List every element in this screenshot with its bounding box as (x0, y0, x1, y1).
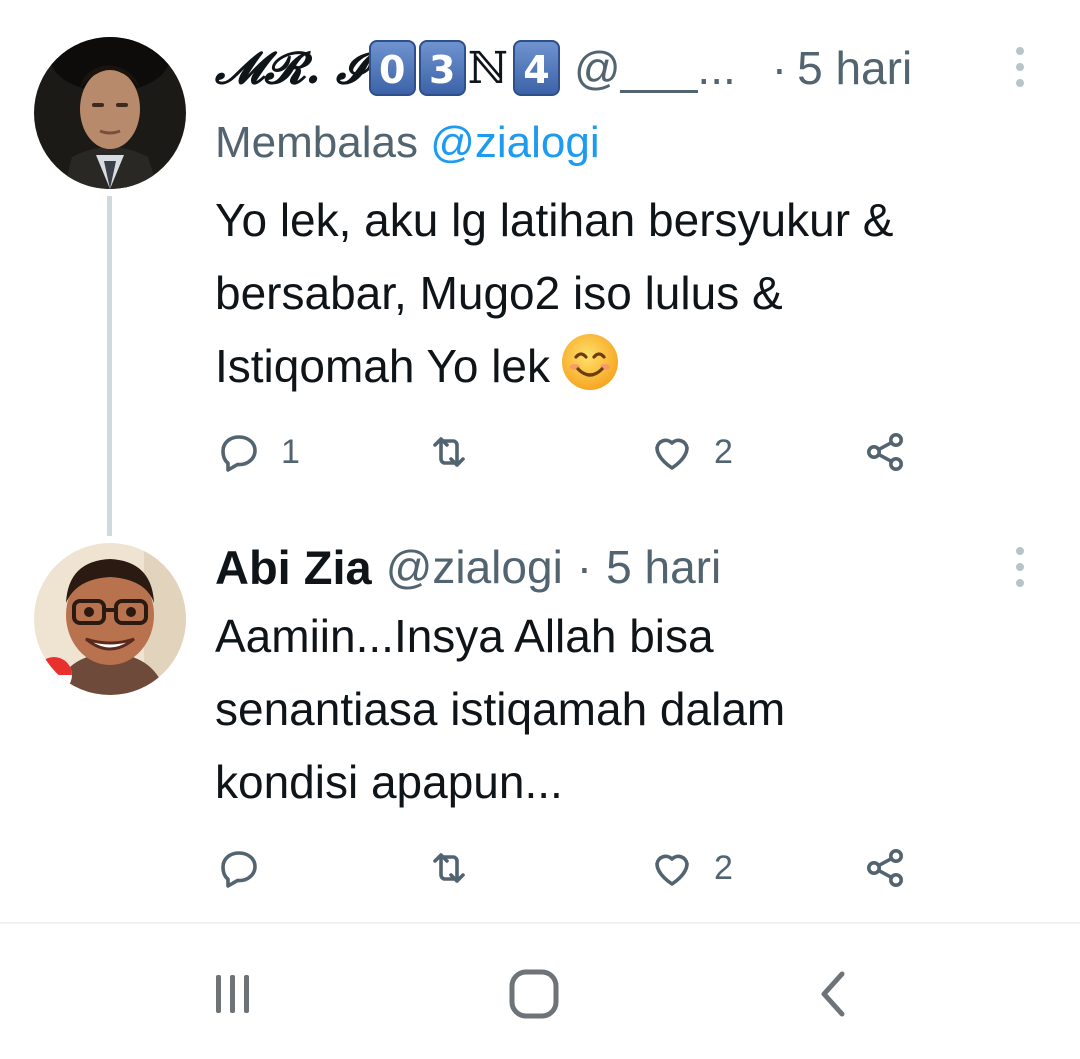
tweet-text-line: Aamiin...Insya Allah bisa (215, 610, 714, 662)
avatar[interactable] (34, 543, 186, 695)
separator-dot: · (771, 42, 788, 94)
tweet-actions: 1 2 (215, 422, 935, 482)
home-button[interactable] (489, 964, 579, 1024)
like-count: 2 (714, 432, 733, 471)
tweet-header: 𝓜𝓡. 𝓘 0 3 ℕ 4 @___... · 5 hari (215, 38, 912, 98)
replying-prefix: Membalas (215, 118, 418, 167)
recent-apps-button[interactable] (188, 964, 278, 1024)
tweet-time[interactable]: 5 hari (606, 540, 721, 594)
more-options-icon[interactable] (1016, 547, 1026, 587)
tweet-text-line: Istiqomah Yo lek (215, 340, 551, 392)
tweet-text-line: kondisi apapun... (215, 756, 563, 808)
heart-icon (655, 854, 689, 886)
avatar[interactable] (34, 37, 186, 189)
like-button[interactable]: 2 (648, 838, 733, 898)
author-handle[interactable]: @___... (574, 41, 736, 95)
author-name[interactable]: 𝓜𝓡. 𝓘 (215, 43, 366, 94)
share-button[interactable] (861, 838, 909, 898)
mention-link[interactable]: @zialogi (430, 118, 599, 167)
more-options-icon[interactable] (1016, 47, 1026, 87)
name-box-4: 4 (512, 40, 560, 96)
share-icon (867, 849, 903, 887)
name-box-0: 0 (368, 40, 416, 96)
reply-icon (221, 435, 257, 472)
retweet-icon (433, 437, 465, 467)
retweet-button[interactable] (425, 838, 491, 898)
reply-count: 1 (281, 432, 300, 471)
back-icon (821, 971, 845, 1017)
tweet-text: Aamiin...Insya Allah bisa senantiasa ist… (215, 600, 1045, 819)
like-button[interactable]: 2 (648, 422, 733, 482)
tweet-time[interactable]: 5 hari (797, 41, 912, 95)
back-button[interactable] (790, 964, 880, 1024)
tweet-text-line: bersabar, Mugo2 iso lulus & (215, 267, 783, 319)
tweet-text-line: senantiasa istiqamah dalam (215, 683, 786, 735)
smiling-face-emoji-icon (562, 334, 619, 390)
name-letter: ℕ (467, 42, 508, 94)
cartoon-avatar-icon (34, 543, 186, 695)
tweet-header: Abi Zia @zialogi · 5 hari (215, 537, 721, 597)
tweet-actions: 2 (215, 838, 935, 898)
share-icon (867, 433, 903, 471)
retweet-button[interactable] (425, 422, 491, 482)
portrait-avatar-icon (34, 37, 186, 189)
thread-line (107, 196, 112, 536)
tweet-text-line: Yo lek, aku lg latihan bersyukur & (215, 194, 894, 246)
name-box-3: 3 (418, 40, 466, 96)
reply-button[interactable]: 1 (215, 422, 300, 482)
tweet-item[interactable]: Abi Zia @zialogi · 5 hari Aamiin...Insya… (0, 525, 1080, 920)
reply-icon (221, 851, 257, 888)
home-icon (509, 969, 559, 1019)
tweet-item[interactable]: 𝓜𝓡. 𝓘 0 3 ℕ 4 @___... · 5 hari Membalas … (0, 0, 1080, 536)
retweet-icon (433, 853, 465, 883)
heart-icon (655, 438, 689, 470)
author-handle[interactable]: @zialogi (386, 540, 563, 594)
tweet-text: Yo lek, aku lg latihan bersyukur & bersa… (215, 184, 1045, 403)
system-navigation-bar (0, 924, 1080, 1059)
author-name[interactable]: Abi Zia (215, 540, 372, 595)
recent-apps-icon (216, 975, 249, 1013)
separator-dot: · (576, 541, 593, 593)
like-count: 2 (714, 848, 733, 887)
share-button[interactable] (861, 422, 909, 482)
replying-to: Membalas @zialogi (215, 118, 600, 168)
reply-button[interactable] (215, 838, 281, 898)
